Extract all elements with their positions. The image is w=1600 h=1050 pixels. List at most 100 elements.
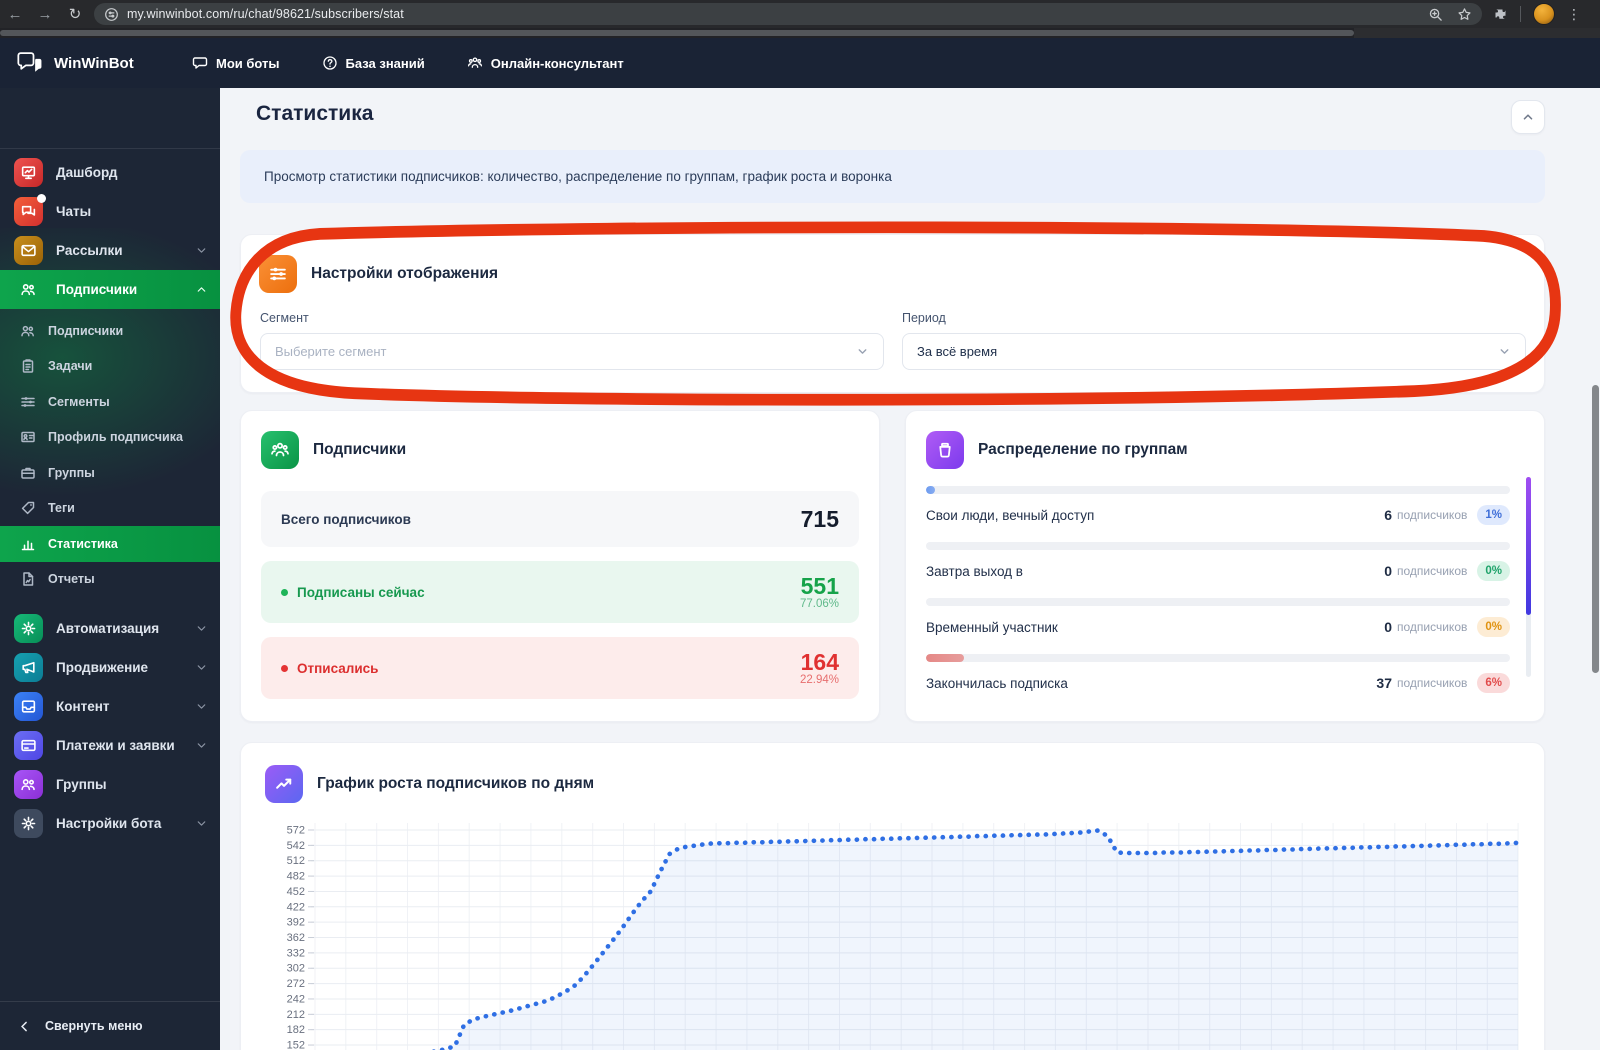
browser-chrome: ← → ↻ my.winwinbot.com/ru/chat/98621/sub…	[0, 0, 1600, 28]
sidebar-item-label: Автоматизация	[56, 621, 160, 636]
unsubscribed-label: Отписались	[297, 660, 379, 676]
sliders-icon	[20, 394, 36, 410]
segment-label: Сегмент	[260, 311, 309, 325]
sidebar-subitem-Статистика[interactable]: Статистика	[0, 526, 220, 562]
browser-forward-button[interactable]: →	[30, 6, 60, 23]
sidebar-item-Настройки бота[interactable]: Настройки бота	[0, 804, 220, 843]
people-icon	[467, 57, 482, 68]
chevron-down-icon	[858, 349, 867, 354]
sidebar-subitem-Группы[interactable]: Группы	[0, 455, 220, 491]
users-icon	[14, 275, 43, 304]
page-vertical-scrollbar[interactable]	[1592, 385, 1599, 673]
sidebar-subitem-Отчеты[interactable]: Отчеты	[0, 562, 220, 598]
sidebar-subitem-Теги[interactable]: Теги	[0, 491, 220, 527]
chevron-down-icon	[195, 700, 208, 713]
sidebar-sub-nav: Подписчики Задачи Сегменты Профиль подпи…	[0, 313, 220, 597]
group-count: 0	[1384, 563, 1392, 579]
chats-icon	[14, 194, 46, 226]
browser-back-button[interactable]: ←	[0, 6, 30, 23]
topnav-my-bots[interactable]: Мои боты	[192, 55, 280, 71]
sidebar-item-Контент[interactable]: Контент	[0, 687, 220, 726]
gear-icon	[14, 809, 43, 838]
topnav-online-consultant[interactable]: Онлайн-консультант	[467, 55, 624, 71]
group-progress-track	[926, 598, 1510, 606]
period-label: Период	[902, 311, 946, 325]
sidebar-subitem-label: Статистика	[48, 536, 118, 551]
collapse-menu-button[interactable]: Свернуть меню	[0, 1001, 220, 1050]
sidebar-item-Автоматизация[interactable]: Автоматизация	[0, 609, 220, 648]
sidebar-subitem-Подписчики[interactable]: Подписчики	[0, 313, 220, 349]
card-icon	[14, 731, 43, 760]
group-progress-track	[926, 654, 1510, 662]
bookmark-star-icon[interactable]	[1457, 7, 1472, 22]
sidebar-subitem-Сегменты[interactable]: Сегменты	[0, 384, 220, 420]
sidebar-item-Подписчики[interactable]: Подписчики	[0, 270, 220, 309]
groups-rows: Свои люди, вечный доступ 6 подписчиков 1…	[926, 486, 1510, 693]
sidebar-subitem-Профиль подписчика[interactable]: Профиль подписчика	[0, 420, 220, 456]
sidebar-item-Дашборд[interactable]: Дашборд	[0, 153, 220, 192]
subscribed-now-value: 551	[800, 572, 839, 599]
sidebar-item-label: Рассылки	[56, 243, 123, 258]
topnav-label: Онлайн-консультант	[490, 55, 624, 71]
sidebar-item-Группы[interactable]: Группы	[0, 765, 220, 804]
group-count: 37	[1376, 675, 1392, 691]
chevron-down-icon	[195, 739, 208, 752]
divider	[1520, 6, 1521, 22]
group-percent-badge: 1%	[1477, 505, 1510, 525]
sidebar-item-Платежи и заявки[interactable]: Платежи и заявки	[0, 726, 220, 765]
browser-menu-icon[interactable]: ⋮	[1567, 6, 1591, 23]
extensions-icon[interactable]	[1492, 6, 1508, 22]
horizontal-scrollbar[interactable]	[0, 28, 1600, 38]
drawer-icon	[14, 692, 43, 721]
topnav-label: Мои боты	[216, 55, 280, 71]
subscribers-card-title: Подписчики	[313, 441, 407, 458]
svg-text:212: 212	[287, 1009, 305, 1021]
site-settings-icon[interactable]	[104, 7, 119, 22]
sidebar-item-label: Группы	[56, 777, 107, 792]
brand[interactable]: WinWinBot	[0, 49, 150, 77]
browser-reload-button[interactable]: ↻	[60, 5, 90, 23]
svg-text:512: 512	[287, 855, 305, 867]
app-topnav: WinWinBot Мои боты База знаний Онлайн-ко…	[0, 38, 1600, 88]
sidebar-subitem-label: Задачи	[48, 359, 93, 374]
group-percent-badge: 6%	[1477, 673, 1510, 693]
sidebar-subitem-Задачи[interactable]: Задачи	[0, 349, 220, 385]
svg-text:182: 182	[287, 1024, 305, 1036]
address-bar[interactable]: my.winwinbot.com/ru/chat/98621/subscribe…	[94, 3, 1482, 25]
page-description-banner: Просмотр статистики подписчиков: количес…	[240, 150, 1545, 203]
total-subscribers-row: Всего подписчиков 715	[261, 491, 859, 547]
sidebar-subitem-label: Теги	[48, 501, 75, 516]
sidebar-subitem-label: Группы	[48, 465, 95, 480]
sidebar-item-Продвижение[interactable]: Продвижение	[0, 648, 220, 687]
chevron-down-icon	[195, 622, 208, 635]
red-dot-icon	[281, 664, 288, 672]
zoom-icon[interactable]	[1428, 7, 1443, 22]
trend-up-icon	[265, 765, 303, 803]
url-text: my.winwinbot.com/ru/chat/98621/subscribe…	[127, 7, 404, 21]
svg-text:392: 392	[287, 917, 305, 929]
subscribers-card: Подписчики Всего подписчиков 715 Подписа…	[240, 410, 880, 722]
subscribed-now-label: Подписаны сейчас	[297, 584, 425, 600]
notification-dot	[37, 194, 46, 203]
chevron-down-icon	[1500, 349, 1509, 354]
sidebar-item-Рассылки[interactable]: Рассылки	[0, 231, 220, 270]
chevron-up-icon	[195, 283, 208, 296]
group-label: Временный участник	[926, 619, 1058, 635]
gear-icon	[14, 614, 43, 643]
topnav-knowledge-base[interactable]: База знаний	[322, 55, 425, 71]
clipboard-icon	[20, 358, 36, 374]
horizontal-scrollbar-thumb[interactable]	[0, 30, 1354, 36]
groups-distribution-card: Распределение по группам Свои люди, вечн…	[905, 410, 1545, 722]
groups-scrollbar-thumb[interactable]	[1526, 477, 1531, 615]
sidebar-item-Чаты[interactable]: Чаты	[0, 192, 220, 231]
dashboard-icon	[14, 158, 43, 187]
group-row: Закончилась подписка 37 подписчиков 6%	[926, 654, 1510, 693]
period-select[interactable]: За всё время	[902, 333, 1526, 370]
profile-avatar[interactable]	[1533, 3, 1555, 25]
group-label: Свои люди, вечный доступ	[926, 507, 1095, 523]
group-progress-fill	[926, 654, 964, 662]
collapse-stat-button[interactable]	[1511, 100, 1545, 134]
svg-text:422: 422	[287, 901, 305, 913]
green-dot-icon	[281, 588, 288, 596]
segment-select[interactable]: Выберите сегмент	[260, 333, 884, 370]
